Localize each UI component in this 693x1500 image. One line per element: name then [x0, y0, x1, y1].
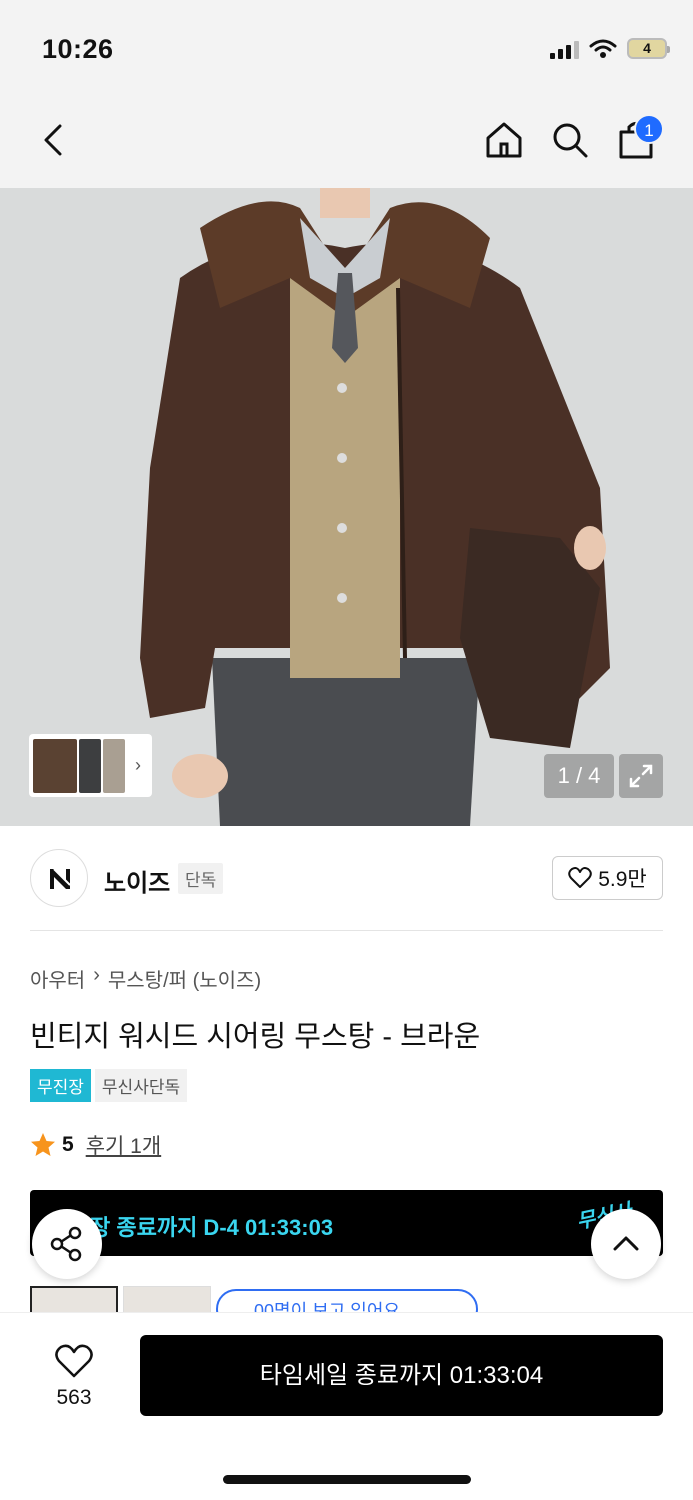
tag-mujinjang: 무진장 — [30, 1069, 91, 1102]
gallery-thumb[interactable] — [79, 738, 101, 793]
home-icon[interactable] — [484, 120, 524, 160]
option-thumb[interactable] — [30, 1286, 118, 1312]
bottom-action-bar: 563 타임세일 종료까지 01:33:04 — [0, 1312, 693, 1500]
signal-icon — [550, 39, 579, 59]
image-counter: 1 / 4 — [544, 754, 614, 798]
breadcrumb-subcategory[interactable]: 무스탕/퍼 (노이즈) — [108, 964, 261, 993]
brand-logo[interactable] — [30, 849, 88, 907]
product-title: 빈티지 워시드 시어링 무스탕 - 브라운 — [30, 1021, 481, 1053]
review-count-link[interactable]: 후기 1개 — [86, 1130, 161, 1160]
breadcrumb: 아우터 › 무스탕/퍼 (노이즈) — [30, 964, 261, 993]
wifi-icon — [589, 39, 617, 58]
brand-like-button[interactable]: 5.9만 — [552, 856, 663, 900]
expand-icon — [629, 764, 653, 788]
status-bar: 10:26 4 — [0, 0, 693, 90]
rating-score: 5 — [62, 1133, 74, 1156]
rating: 5 후기 1개 — [30, 1130, 161, 1160]
wishlist-count: 563 — [56, 1386, 92, 1409]
share-icon — [50, 1226, 82, 1262]
option-preview-row: 00명이 보고 있어요 — [30, 1286, 663, 1312]
back-icon[interactable] — [36, 122, 72, 158]
brand-row: 노이즈 단독 5.9만 — [30, 849, 663, 907]
brand-name[interactable]: 노이즈 — [104, 863, 170, 898]
tag-musinsa-exclusive: 무신사단독 — [94, 1069, 188, 1102]
product-image[interactable]: › 1 / 4 — [0, 188, 693, 826]
viewers-pill[interactable]: 00명이 보고 있어요 — [216, 1289, 478, 1312]
divider — [30, 930, 663, 931]
banner-countdown: 장 종료까지 D-4 01:33:03 — [90, 1215, 334, 1240]
timesale-banner[interactable]: 장 종료까지 D-4 01:33:03 무신사 — [30, 1190, 663, 1256]
status-icons: 4 — [550, 38, 670, 59]
brand-like-count: 5.9만 — [598, 868, 647, 891]
chevron-right-icon: › — [93, 964, 100, 986]
heart-icon — [568, 867, 592, 888]
status-time: 10:26 — [42, 34, 114, 64]
gallery-thumb[interactable] — [103, 738, 125, 793]
chevron-up-icon — [613, 1236, 639, 1251]
search-icon[interactable] — [550, 120, 590, 160]
brand-logo-mark — [50, 868, 71, 889]
star-icon — [31, 1133, 55, 1156]
chevron-right-icon: › — [135, 755, 141, 775]
expand-button[interactable] — [619, 754, 663, 798]
brand-exclusive-badge: 단독 — [178, 863, 224, 894]
cart-count-badge: 1 — [634, 114, 664, 144]
gallery-thumb[interactable] — [33, 738, 77, 793]
share-button[interactable] — [32, 1209, 102, 1279]
buy-button[interactable]: 타임세일 종료까지 01:33:04 — [140, 1335, 663, 1416]
gallery-thumbnail-strip[interactable]: › — [29, 734, 152, 797]
product-tags: 무진장 무신사단독 — [30, 1069, 188, 1102]
home-indicator — [223, 1475, 471, 1484]
breadcrumb-category[interactable]: 아우터 — [30, 964, 85, 993]
heart-icon — [55, 1344, 93, 1378]
product-photo — [0, 188, 693, 826]
option-thumb[interactable] — [123, 1286, 211, 1312]
battery-icon: 4 — [627, 38, 670, 59]
wishlist-button[interactable]: 563 — [44, 1343, 104, 1410]
nav-bar: 1 — [0, 90, 693, 188]
scroll-top-button[interactable] — [591, 1209, 661, 1279]
